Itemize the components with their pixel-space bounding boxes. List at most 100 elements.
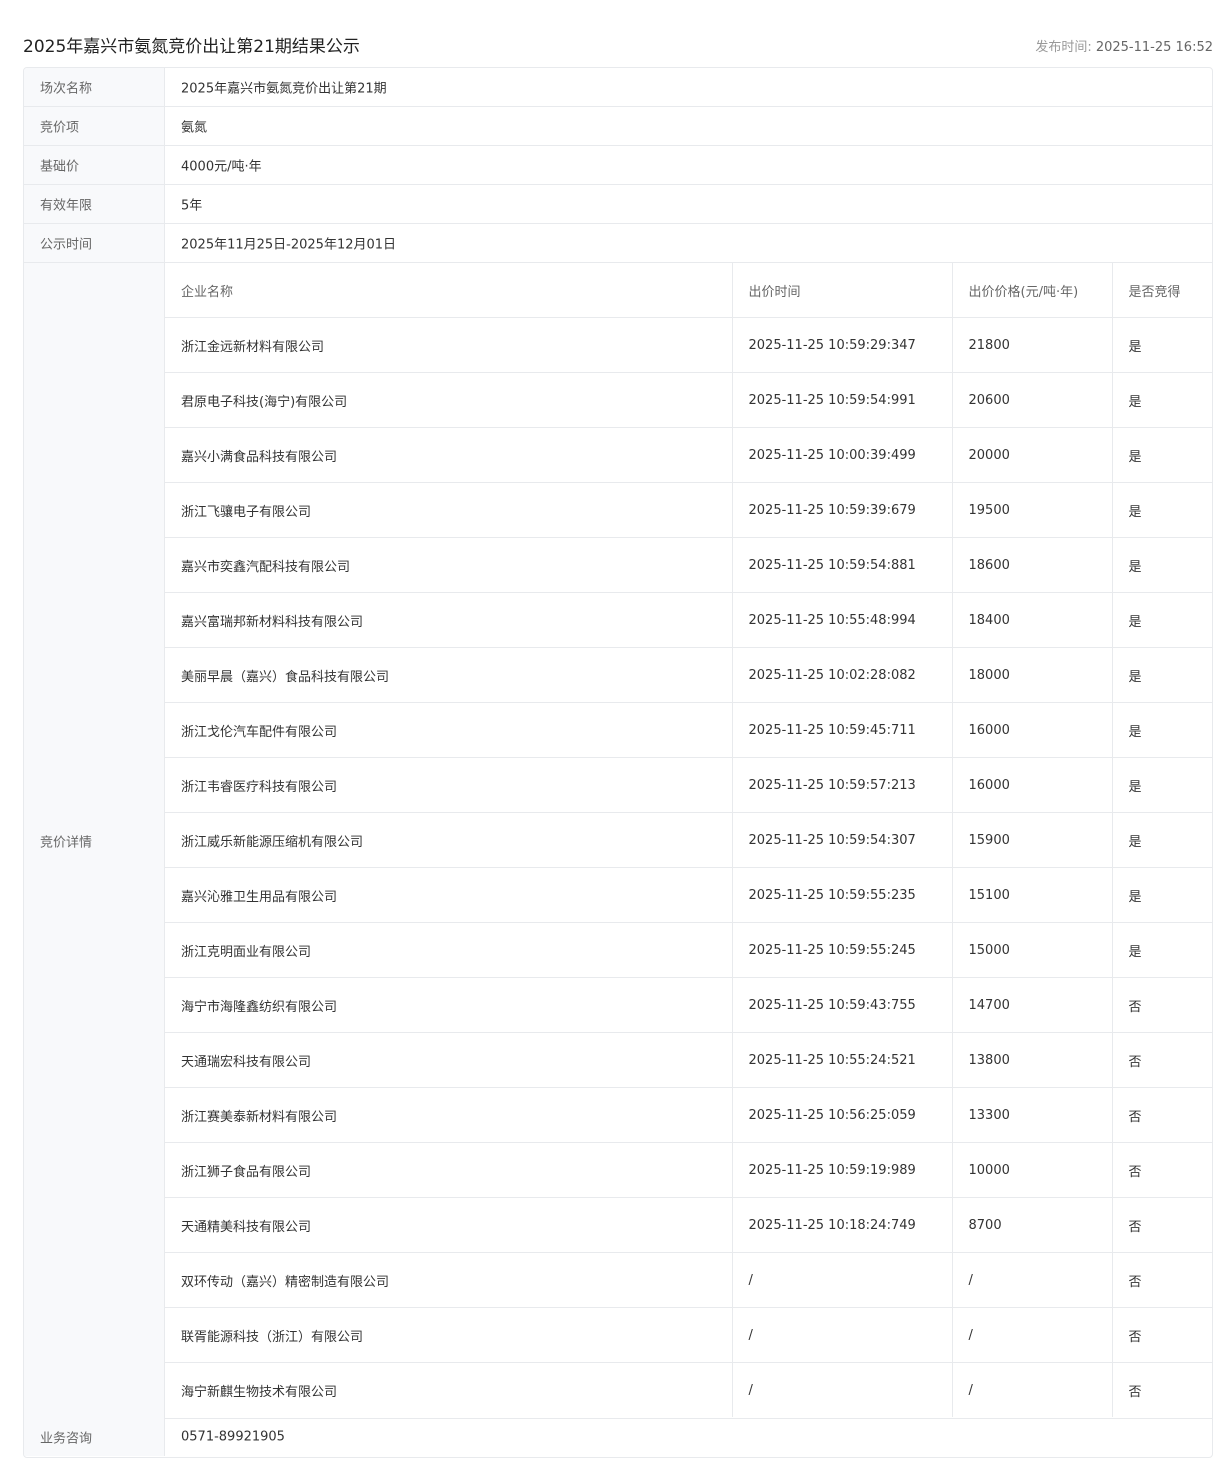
table-row: 天通精美科技有限公司 2025-11-25 10:18:24:749 8700 否 <box>165 1197 1212 1253</box>
won-status-cell: 否 <box>1111 1087 1212 1143</box>
publish-time-label: 发布时间: <box>1035 40 1096 55</box>
session-name-label-cell: 场次名称 <box>24 68 165 106</box>
table-row: 浙江狮子食品有限公司 2025-11-25 10:59:19:989 10000 否 <box>165 1142 1212 1198</box>
company-name-cell: 天通瑞宏科技有限公司 <box>165 1032 732 1088</box>
bid-price-cell: 15100 <box>951 867 1112 923</box>
bid-time-cell: / <box>731 1252 952 1308</box>
contact-label-cell: 业务咨询 <box>24 1418 165 1456</box>
notice-period-value: 2025年11月25日-2025年12月01日 <box>181 237 397 253</box>
table-row: 海宁新麒生物技术有限公司 / / 否 <box>165 1362 1212 1417</box>
bid-price-cell: 19500 <box>951 482 1112 538</box>
company-name-cell: 浙江戈伦汽车配件有限公司 <box>165 702 732 758</box>
base-price-label: 基础价 <box>40 159 80 175</box>
company-name-cell: 海宁新麒生物技术有限公司 <box>181 1384 338 1400</box>
bid-time-cell: 2025-11-25 10:59:57:213 <box>731 757 952 813</box>
notice-period-label-cell: 公示时间 <box>24 224 165 262</box>
validity-label: 有效年限 <box>40 198 93 214</box>
bid-price-cell: 16000 <box>951 757 1112 813</box>
table-row: 浙江韦睿医疗科技有限公司 2025-11-25 10:59:57:213 16000… <box>165 757 1212 813</box>
bid-time-cell: 2025-11-25 10:00:39:499 <box>731 427 952 483</box>
bid-time-cell: 2025-11-25 10:02:28:082 <box>731 647 952 703</box>
won-status-cell: 否 <box>1111 1142 1212 1198</box>
bid-table-header-row: 企业名称 出价时间 出价价格(元/吨·年) 是否竞得 <box>165 263 1212 318</box>
validity-value: 5年 <box>181 198 203 214</box>
bid-price-cell: 13800 <box>951 1032 1112 1088</box>
won-status-cell: 否 <box>1111 1252 1212 1308</box>
validity-row: 有效年限 5年 <box>24 185 1212 224</box>
item-row: 竞价项 氨氮 <box>24 107 1212 146</box>
company-name-cell: 联胥能源科技（浙江）有限公司 <box>165 1307 732 1363</box>
won-status-cell: 是 <box>1111 427 1212 483</box>
table-row: 嘉兴沁雅卫生用品有限公司 2025-11-25 10:59:55:235 15100… <box>165 867 1212 923</box>
won-status-cell: 是 <box>1111 317 1212 373</box>
bid-price-cell: 16000 <box>951 702 1112 758</box>
won-status-cell: 否 <box>1111 1307 1212 1363</box>
validity-label-cell: 有效年限 <box>24 185 165 223</box>
page-title: 2025年嘉兴市氨氮竞价出让第21期结果公示 <box>23 37 360 57</box>
table-row: 浙江飞骧电子有限公司 2025-11-25 10:59:39:679 19500 是 <box>165 482 1212 538</box>
bid-price-cell: / <box>951 1252 1112 1308</box>
bid-time-cell: 2025-11-25 10:59:55:235 <box>731 867 952 923</box>
bid-price-cell: 21800 <box>951 317 1112 373</box>
company-name-cell: 嘉兴富瑞邦新材料科技有限公司 <box>165 592 732 648</box>
base-price-value: 4000元/吨·年 <box>181 159 262 175</box>
won-status-cell: 否 <box>1111 1362 1212 1417</box>
won-status-cell: 是 <box>1111 537 1212 593</box>
company-name-cell: 君原电子科技(海宁)有限公司 <box>165 372 732 428</box>
company-name-cell: 浙江威乐新能源压缩机有限公司 <box>165 812 732 868</box>
table-row: 双环传动（嘉兴）精密制造有限公司 / / 否 <box>165 1252 1212 1308</box>
company-name-cell: 浙江韦睿医疗科技有限公司 <box>165 757 732 813</box>
company-name-cell: 天通精美科技有限公司 <box>165 1197 732 1253</box>
won-status-cell: 否 <box>1111 1032 1212 1088</box>
table-row: 浙江威乐新能源压缩机有限公司 2025-11-25 10:59:54:307 159… <box>165 812 1212 868</box>
bid-price-cell: 13300 <box>951 1087 1112 1143</box>
company-name-cell: 嘉兴沁雅卫生用品有限公司 <box>165 867 732 923</box>
contact-row: 业务咨询 0571-89921905 <box>24 1418 1212 1456</box>
bid-time-cell: 2025-11-25 10:59:55:245 <box>731 922 952 978</box>
won-status-cell: 是 <box>1111 372 1212 428</box>
company-name-cell: 嘉兴小满食品科技有限公司 <box>165 427 732 483</box>
bid-price-cell: 20600 <box>951 372 1112 428</box>
base-price-row: 基础价 4000元/吨·年 <box>24 146 1212 185</box>
bid-price-cell: 10000 <box>951 1142 1112 1198</box>
table-row: 联胥能源科技（浙江）有限公司 / / 否 <box>165 1307 1212 1363</box>
table-row: 嘉兴市奕鑫汽配科技有限公司 2025-11-25 10:59:54:881 1860… <box>165 537 1212 593</box>
bid-price-cell: 20000 <box>951 427 1112 483</box>
table-row: 嘉兴小满食品科技有限公司 2025-11-25 10:00:39:499 20000… <box>165 427 1212 483</box>
won-status-cell: 是 <box>1111 922 1212 978</box>
company-name-cell: 海宁市海隆鑫纺织有限公司 <box>165 977 732 1033</box>
bid-price-cell: 15000 <box>951 922 1112 978</box>
header-bid-price: 出价价格(元/吨·年) <box>951 263 1112 318</box>
company-name-cell: 浙江金远新材料有限公司 <box>165 317 732 373</box>
base-price-label-cell: 基础价 <box>24 146 165 184</box>
header-company: 企业名称 <box>165 263 732 318</box>
bid-price-cell: / <box>951 1362 1112 1417</box>
bid-time-cell: 2025-11-25 10:55:48:994 <box>731 592 952 648</box>
table-row: 浙江金远新材料有限公司 2025-11-25 10:59:29:347 21800 是 <box>165 317 1212 373</box>
company-name-cell: 美丽早晨（嘉兴）食品科技有限公司 <box>165 647 732 703</box>
won-status-cell: 否 <box>1111 1197 1212 1253</box>
item-label: 竞价项 <box>40 120 80 136</box>
bid-time-cell: 2025-11-25 10:59:19:989 <box>731 1142 952 1198</box>
notice-period-label: 公示时间 <box>40 237 93 253</box>
header-bid-time: 出价时间 <box>731 263 952 318</box>
bid-time-cell: 2025-11-25 10:59:54:991 <box>731 372 952 428</box>
bid-time-cell: 2025-11-25 10:59:45:711 <box>731 702 952 758</box>
bid-table: 企业名称 出价时间 出价价格(元/吨·年) 是否竞得 浙江金远新材料有限公司 20… <box>165 263 1212 1417</box>
contact-value: 0571-89921905 <box>181 1429 285 1445</box>
item-value: 氨氮 <box>181 120 208 136</box>
bid-price-cell: / <box>951 1307 1112 1363</box>
company-name-cell: 浙江狮子食品有限公司 <box>165 1142 732 1198</box>
notice-period-row: 公示时间 2025年11月25日-2025年12月01日 <box>24 224 1212 263</box>
bid-time-cell: 2025-11-25 10:59:43:755 <box>731 977 952 1033</box>
won-status-cell: 是 <box>1111 592 1212 648</box>
table-row: 君原电子科技(海宁)有限公司 2025-11-25 10:59:54:991 206… <box>165 372 1212 428</box>
bid-time-cell: 2025-11-25 10:59:29:347 <box>731 317 952 373</box>
table-row: 天通瑞宏科技有限公司 2025-11-25 10:55:24:521 13800 否 <box>165 1032 1212 1088</box>
bid-price-cell: 15900 <box>951 812 1112 868</box>
won-status-cell: 是 <box>1111 647 1212 703</box>
bid-price-cell: 18000 <box>951 647 1112 703</box>
won-status-cell: 否 <box>1111 977 1212 1033</box>
table-row: 海宁市海隆鑫纺织有限公司 2025-11-25 10:59:43:755 14700… <box>165 977 1212 1033</box>
page-header: 2025年嘉兴市氨氮竞价出让第21期结果公示 发布时间: 2025-11-25 … <box>23 30 1213 58</box>
